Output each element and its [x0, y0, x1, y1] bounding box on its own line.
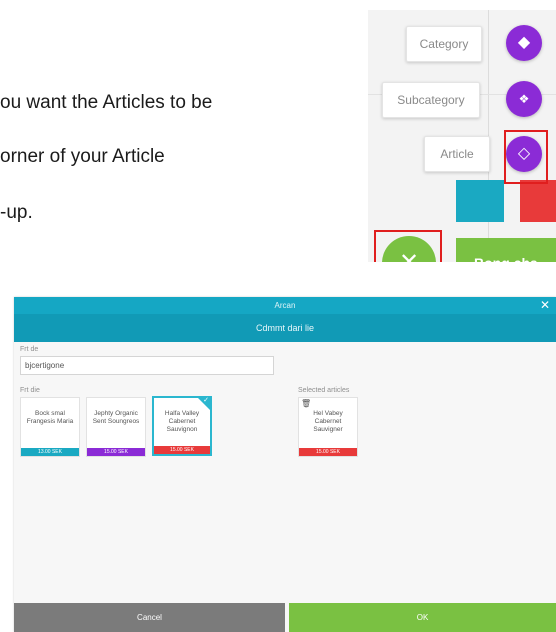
article-tile-red: [520, 180, 556, 222]
selected-article-card[interactable]: 🗑 Hel Vabey Cabernet Sauvigner 15.00 SEK: [298, 397, 358, 457]
menu-label-article[interactable]: Article: [424, 136, 490, 172]
trash-icon[interactable]: 🗑: [301, 399, 311, 408]
articles-label: Frt die: [20, 387, 40, 394]
article-card[interactable]: Jephty Organic Sent Soungreos 15.00 SEK: [86, 397, 146, 457]
diamond-icon: ◆: [517, 34, 531, 51]
dialog-topbar: Arcan ✕: [14, 297, 556, 314]
article-card[interactable]: Bock smal Frangesis Maria 13.00 SEK: [20, 397, 80, 457]
article-name: Halfa Valley Cabernet Sauvignon: [164, 410, 200, 433]
article-price: 15.00 SEK: [154, 446, 210, 454]
article-card-selected[interactable]: ✓ Halfa Valley Cabernet Sauvignon 15.00 …: [152, 396, 212, 456]
doc-text-line-3: -up.: [0, 202, 33, 223]
check-icon: ✓: [203, 397, 209, 404]
cancel-button[interactable]: Cancel: [14, 603, 285, 632]
four-diamonds-icon: ❖: [518, 92, 530, 106]
dialog-title: Cdmmt dari lie: [14, 314, 556, 342]
close-icon[interactable]: ✕: [540, 297, 550, 314]
highlight-article-button: [504, 130, 548, 184]
article-name: Bock smal Frangesis Maria: [26, 410, 74, 425]
article-price: 13.00 SEK: [21, 448, 79, 456]
dialog-top-title: Arcan: [274, 301, 296, 310]
add-subcategory-button[interactable]: ❖: [506, 81, 542, 117]
highlight-close-button: [374, 230, 442, 262]
selected-articles-label: Selected articles: [298, 387, 350, 394]
menu-label-subcategory[interactable]: Subcategory: [382, 82, 480, 118]
add-category-button[interactable]: ◆: [506, 25, 542, 61]
menu-label-category[interactable]: Category: [406, 26, 482, 62]
fab-menu-screenshot: Category ◆ Subcategory ❖ Article ◇ ✕ Bon…: [368, 10, 556, 262]
doc-text-line-1: ou want the Articles to be: [0, 92, 213, 113]
article-tile-green: Bong cha: [456, 238, 556, 262]
create-category-dialog: Arcan ✕ Cdmmt dari lie Frt de Frt die Se…: [14, 297, 556, 632]
ok-button[interactable]: OK: [289, 603, 556, 632]
selected-article-name: Hel Vabey Cabernet Sauvigner: [313, 410, 343, 433]
selected-article-price: 15.00 SEK: [299, 448, 357, 456]
article-name: Jephty Organic Sent Soungreos: [92, 410, 140, 425]
doc-text-line-2: orner of your Article: [0, 146, 165, 167]
article-price: 15.00 SEK: [87, 448, 145, 456]
name-input[interactable]: [20, 356, 274, 375]
article-tile-teal: [456, 180, 504, 222]
name-label: Frt de: [20, 346, 39, 353]
